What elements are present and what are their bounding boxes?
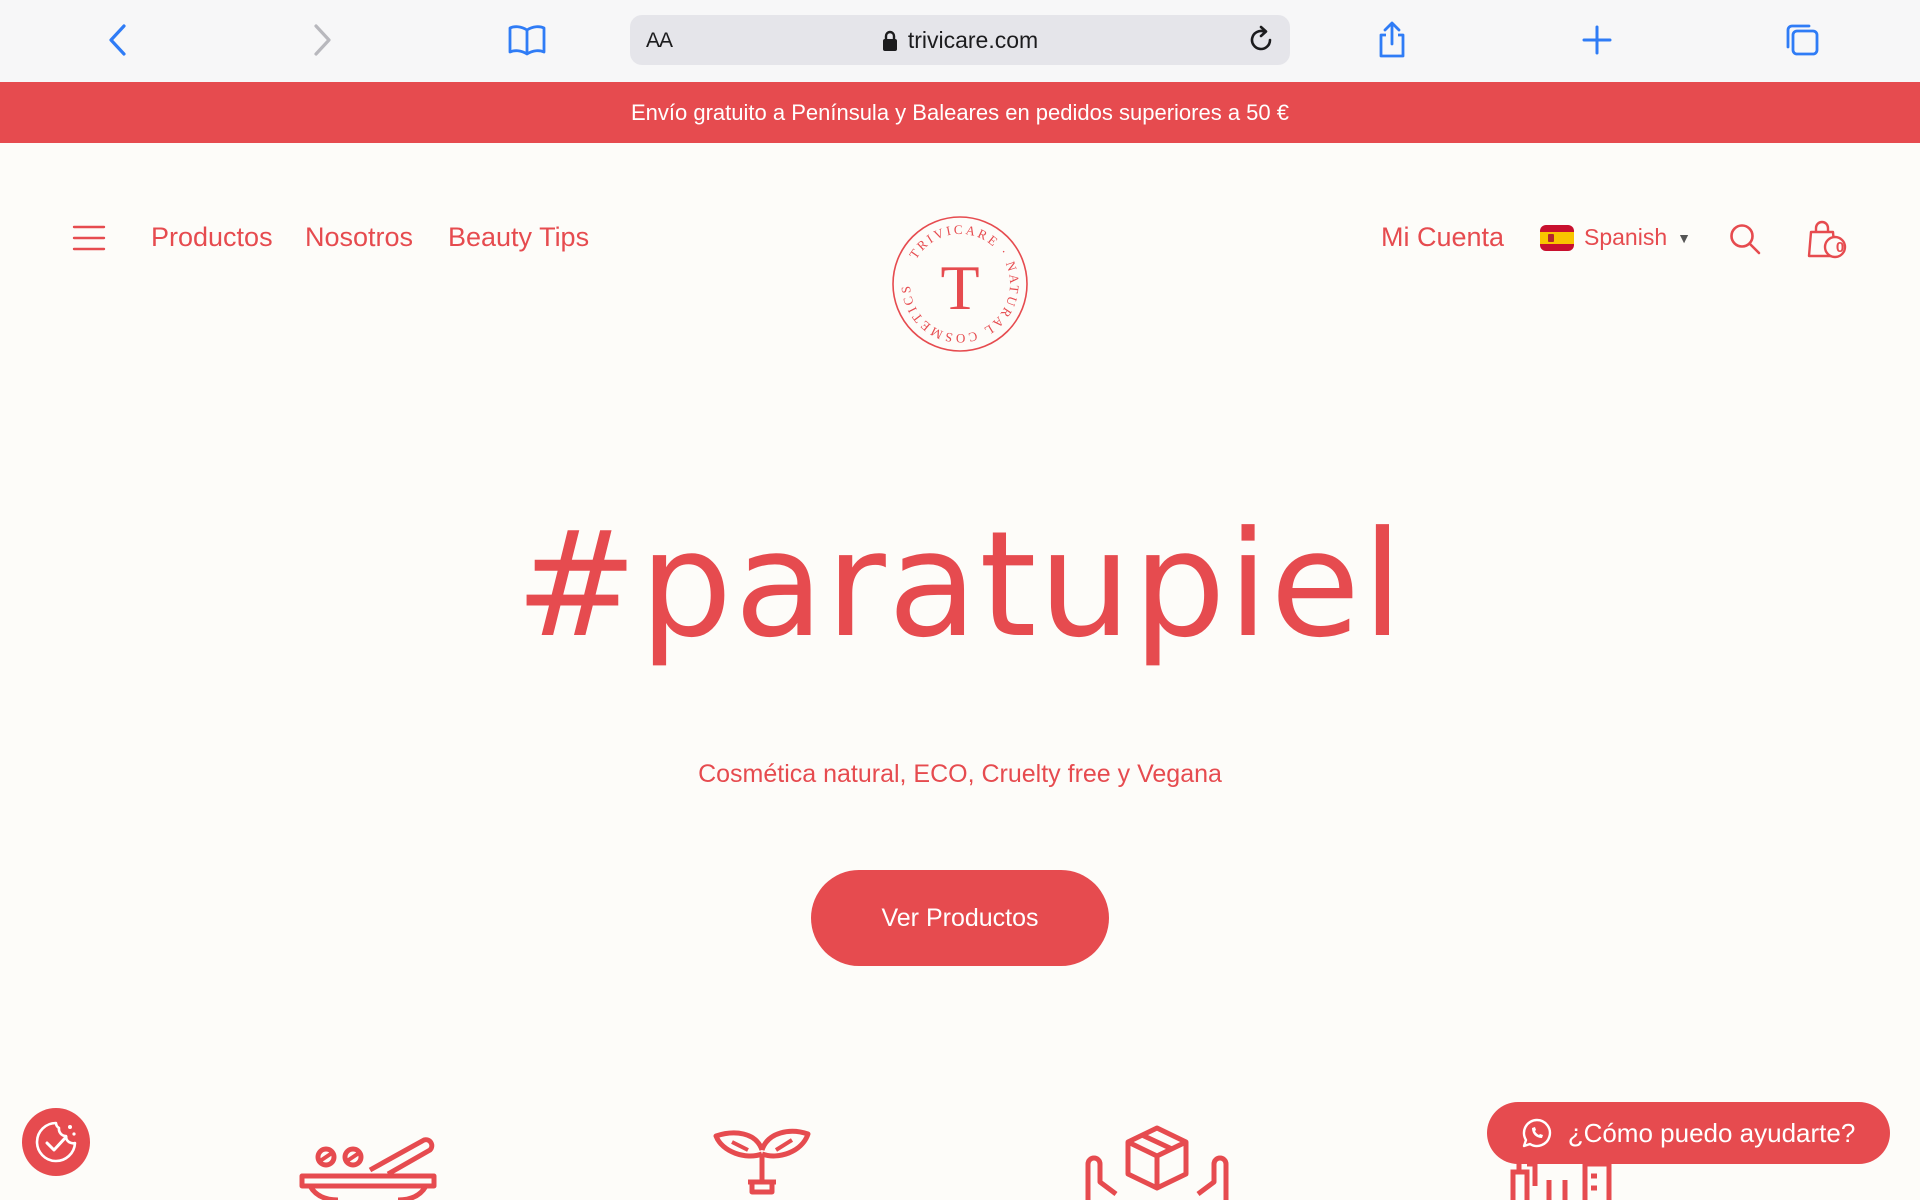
chevron-right-icon [314,24,331,56]
address-bar[interactable]: AA trivicare.com [630,15,1290,65]
new-tab-button[interactable] [1573,16,1621,64]
forward-button[interactable] [298,16,346,64]
hero-title: #paratupiel [515,500,1405,670]
hamburger-icon [72,225,106,251]
lock-icon [882,30,897,51]
language-label: Spanish [1584,224,1668,250]
ver-productos-button[interactable]: Ver Productos [811,870,1109,966]
search-button[interactable] [1728,222,1764,258]
cookie-settings-button[interactable] [22,1108,90,1176]
tabs-overview-button[interactable] [1778,16,1826,64]
back-button[interactable] [94,16,142,64]
search-icon [1730,224,1761,255]
nav-nosotros[interactable]: Nosotros [305,222,413,253]
trivicare-logo[interactable]: TRIVICARE · NATURAL COSMETICS · T [887,202,1030,354]
book-icon [508,25,546,56]
svg-text:T: T [940,252,979,323]
cookie-check-icon [35,1121,77,1163]
plus-icon [1582,25,1612,55]
bottles-icon [1505,1158,1615,1200]
reload-icon [1250,25,1272,51]
whatsapp-icon [1522,1118,1551,1148]
caret-down-icon: ▼ [1677,229,1691,246]
share-button[interactable] [1368,16,1416,64]
hamburger-menu-button[interactable] [72,224,106,254]
nav-productos[interactable]: Productos [151,222,273,253]
mortar-pestle-icon [298,1120,438,1200]
shipping-promo-banner: Envío gratuito a Península y Baleares en… [0,82,1920,143]
reload-button[interactable] [1242,21,1280,59]
whatsapp-chat-button[interactable]: ¿Cómo puedo ayudarte? [1487,1102,1890,1164]
share-icon [1379,21,1405,58]
nav-beauty-tips[interactable]: Beauty Tips [448,222,589,253]
chat-label: ¿Cómo puedo ayudarte? [1567,1117,1856,1148]
cart-button[interactable]: 0 [1806,220,1848,262]
logo-seal-icon: TRIVICARE · NATURAL COSMETICS · T [887,202,1028,352]
sprout-icon [712,1120,812,1200]
url-text: trivicare.com [907,27,1039,53]
cart-count: 0 [1835,239,1845,256]
chevron-left-icon [109,24,126,56]
account-link[interactable]: Mi Cuenta [1381,222,1504,253]
bookmarks-button[interactable] [503,16,551,64]
tabs-icon [1786,24,1819,56]
spain-flag-icon [1540,224,1574,251]
hero-subtitle: Cosmética natural, ECO, Cruelty free y V… [698,760,1222,788]
promo-text: Envío gratuito a Península y Baleares en… [631,99,1289,125]
browser-toolbar: AA trivicare.com [0,0,1920,82]
url-display: trivicare.com [630,27,1290,54]
box-hands-icon [1082,1124,1232,1200]
language-selector[interactable]: Spanish ▼ [1540,224,1691,251]
